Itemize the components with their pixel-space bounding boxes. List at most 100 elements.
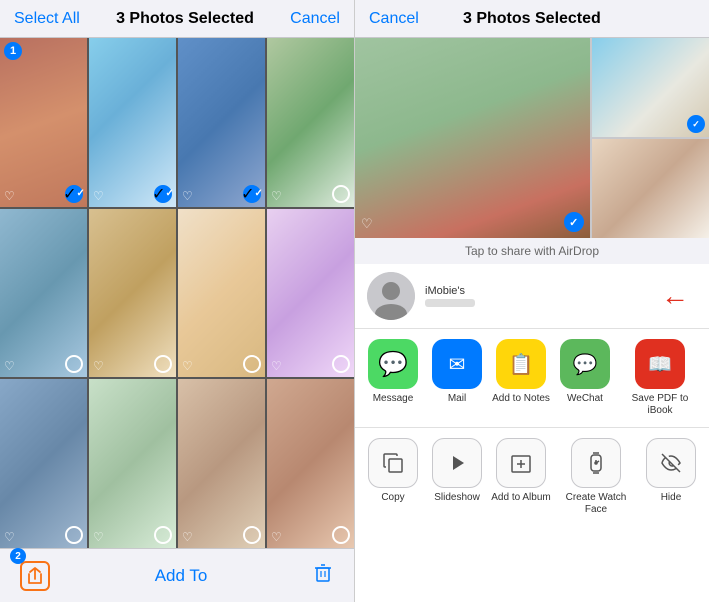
contacts-row: iMobie's ← [355, 264, 709, 329]
add-album-label: Add to Album [491, 492, 550, 504]
preview-side-bottom-photo[interactable] [592, 139, 709, 238]
wechat-label: WeChat [567, 393, 603, 405]
contact-avatar[interactable] [367, 272, 415, 320]
table-row[interactable]: 1 ♡ ✓ [0, 38, 87, 207]
share-app-notes[interactable]: 📋 Add to Notes [491, 339, 551, 417]
left-footer: 2 Add To [0, 548, 354, 602]
message-icon: 💬 [368, 339, 418, 389]
check-circle [243, 355, 261, 373]
hide-icon [646, 438, 696, 488]
table-row[interactable]: ♡ [0, 379, 87, 548]
heart-icon: ♡ [182, 359, 193, 373]
watch-face-icon [571, 438, 621, 488]
person-icon [367, 272, 415, 320]
check-circle [65, 355, 83, 373]
check-circle [332, 185, 350, 203]
check-circle [154, 526, 172, 544]
hide-label: Hide [661, 492, 682, 504]
right-header-title: 3 Photos Selected [463, 10, 601, 28]
notes-icon: 📋 [496, 339, 546, 389]
share-apps-row: 💬 Message ✉ Mail 📋 Add to Notes 💬 WeChat… [355, 329, 709, 428]
preview-side-top-photo[interactable]: ✓ [592, 38, 709, 137]
preview-side: ✓ [592, 38, 709, 238]
check-circle [243, 526, 261, 544]
right-cancel-button[interactable]: Cancel [369, 10, 419, 28]
left-header: Select All 3 Photos Selected Cancel [0, 0, 354, 38]
copy-icon [368, 438, 418, 488]
share-app-message[interactable]: 💬 Message [363, 339, 423, 417]
table-row[interactable]: ♡ [178, 209, 265, 378]
table-row[interactable]: ♡ ✓ [178, 38, 265, 207]
left-panel: Select All 3 Photos Selected Cancel 1 ♡ … [0, 0, 355, 602]
share-app-books[interactable]: 📖 Save PDF to iBook [619, 339, 701, 417]
heart-icon: ♡ [4, 530, 15, 544]
heart-icon: ♡ [93, 359, 104, 373]
left-header-title: 3 Photos Selected [116, 10, 254, 28]
check-circle-selected: ✓ [243, 185, 261, 203]
action-copy[interactable]: Copy [363, 438, 423, 592]
heart-icon: ♡ [182, 530, 193, 544]
heart-icon: ♡ [93, 189, 104, 203]
right-header: Cancel 3 Photos Selected [355, 0, 709, 38]
table-row[interactable]: ♡ [267, 379, 354, 548]
slideshow-label: Slideshow [434, 492, 480, 504]
books-label: Save PDF to iBook [619, 393, 701, 417]
share-app-mail[interactable]: ✉ Mail [427, 339, 487, 417]
copy-label: Copy [381, 492, 404, 504]
heart-icon: ♡ [271, 359, 282, 373]
share-icon [27, 567, 43, 585]
heart-icon: ♡ [93, 530, 104, 544]
action-slideshow[interactable]: Slideshow [427, 438, 487, 592]
photo-grid: 1 ♡ ✓ ♡ ✓ ♡ ✓ ♡ ♡ ♡ ♡ ♡ [0, 38, 354, 548]
left-cancel-button[interactable]: Cancel [290, 10, 340, 28]
action-add-album[interactable]: Add to Album [491, 438, 551, 592]
add-to-label: Add To [155, 566, 208, 586]
red-arrow-icon: ← [661, 280, 689, 312]
check-circle-selected: ✓ [154, 185, 172, 203]
mail-icon: ✉ [432, 339, 482, 389]
contact-info: iMobie's [425, 285, 475, 307]
table-row[interactable]: ♡ ✓ [89, 38, 176, 207]
preview-check-selected-2: ✓ [687, 115, 705, 133]
heart-icon: ♡ [182, 189, 193, 203]
message-label: Message [373, 393, 414, 405]
badge-1: 1 [4, 42, 22, 60]
mail-label: Mail [448, 393, 466, 405]
contact-name-blur [425, 299, 475, 307]
table-row[interactable]: ♡ [0, 209, 87, 378]
preview-check-selected: ✓ [564, 212, 584, 232]
table-row[interactable]: ♡ [267, 38, 354, 207]
trash-icon [312, 562, 334, 584]
slideshow-icon [432, 438, 482, 488]
badge-2: 2 [10, 548, 26, 564]
check-circle [154, 355, 172, 373]
preview-main-photo[interactable]: ♡ ✓ [355, 38, 590, 238]
preview-area: ♡ ✓ ✓ [355, 38, 709, 238]
table-row[interactable]: ♡ [178, 379, 265, 548]
right-panel: Cancel 3 Photos Selected ♡ ✓ ✓ Tap to sh… [355, 0, 709, 602]
heart-icon: ♡ [271, 530, 282, 544]
table-row[interactable]: ♡ [89, 209, 176, 378]
heart-icon: ♡ [4, 359, 15, 373]
notes-label: Add to Notes [492, 393, 550, 405]
preview-heart-icon: ♡ [361, 216, 373, 232]
airdrop-hint: Tap to share with AirDrop [355, 238, 709, 264]
wechat-icon: 💬 [560, 339, 610, 389]
check-circle [332, 355, 350, 373]
select-all-button[interactable]: Select All [14, 10, 80, 28]
trash-button[interactable] [312, 562, 334, 590]
action-watch-face[interactable]: Create Watch Face [555, 438, 637, 592]
contact-name: iMobie's [425, 285, 475, 297]
action-hide[interactable]: Hide [641, 438, 701, 592]
check-circle [332, 526, 350, 544]
heart-icon: ♡ [4, 189, 15, 203]
share-button[interactable] [20, 561, 50, 591]
watch-face-label: Create Watch Face [555, 492, 637, 516]
table-row[interactable]: ♡ [89, 379, 176, 548]
books-icon: 📖 [635, 339, 685, 389]
share-app-wechat[interactable]: 💬 WeChat [555, 339, 615, 417]
check-circle-selected: ✓ [65, 185, 83, 203]
add-album-icon [496, 438, 546, 488]
table-row[interactable]: ♡ [267, 209, 354, 378]
share-actions-row: Copy Slideshow Add to Album [355, 428, 709, 602]
